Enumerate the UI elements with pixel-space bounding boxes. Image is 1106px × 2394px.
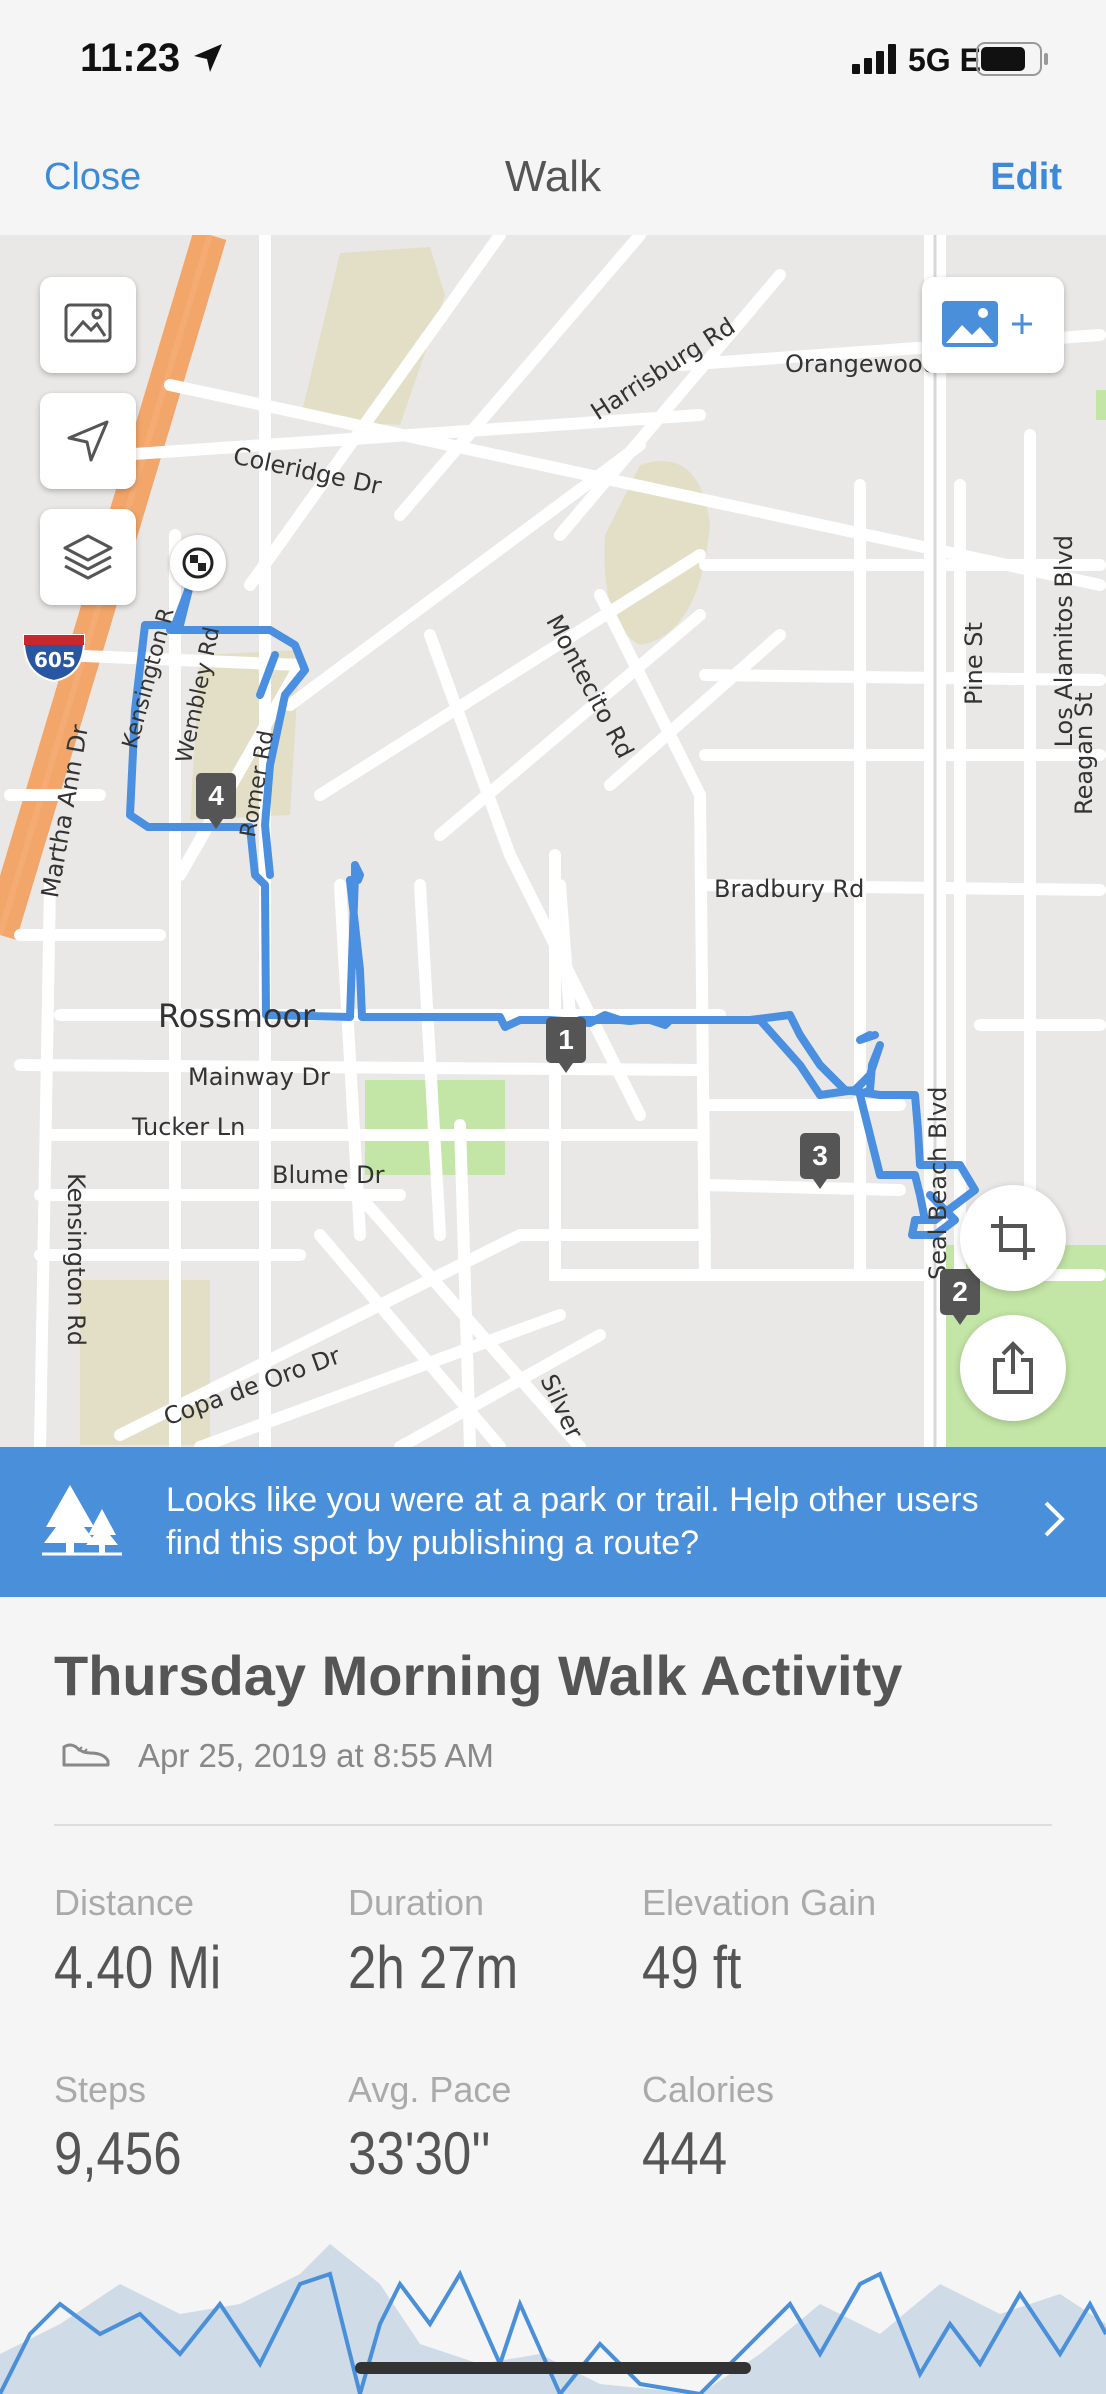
activity-date: Apr 25, 2019 at 8:55 AM	[138, 1737, 494, 1774]
activity-title: Thursday Morning Walk Activity	[54, 1644, 903, 1707]
navigation-bar: Close Walk Edit	[0, 120, 1106, 235]
page-title: Walk	[504, 152, 602, 201]
crop-icon	[991, 1216, 1035, 1260]
route-map[interactable]: Harrisburg Rd Orangewood Coleridge Dr Lo…	[0, 235, 1106, 1447]
chevron-right-icon	[1044, 1501, 1065, 1537]
street-label: Kensington Rd	[62, 1173, 90, 1346]
locate-button[interactable]	[40, 393, 136, 489]
street-label: Pine St	[960, 622, 988, 705]
street-label: Bradbury Rd	[714, 875, 865, 903]
shoe-icon	[62, 1743, 110, 1767]
start-flag-icon	[170, 535, 226, 591]
stat-value-calories: 444	[642, 2120, 728, 2187]
network-type: 5G E	[908, 42, 981, 78]
map-layers-button[interactable]	[40, 509, 136, 605]
mile-marker[interactable]: 3	[800, 1133, 840, 1189]
street-label: Orangewood	[785, 350, 938, 378]
crop-button[interactable]	[960, 1185, 1066, 1291]
stat-label-elevation: Elevation Gain	[642, 1882, 877, 1923]
navigation-arrow-icon	[67, 420, 109, 462]
stat-label-duration: Duration	[348, 1882, 485, 1923]
status-bar: 11:23 5G E	[0, 0, 1106, 120]
stat-value-steps: 9,456	[54, 2120, 182, 2187]
trees-icon	[42, 1485, 122, 1556]
map-photos-button[interactable]	[40, 277, 136, 373]
stat-value-distance: 4.40 Mi	[54, 1934, 222, 2001]
street-label: Seal Beach Blvd	[924, 1086, 952, 1280]
home-indicator	[355, 2362, 751, 2374]
mile-marker[interactable]: 4	[196, 773, 236, 829]
street-label: Tucker Ln	[132, 1113, 246, 1141]
stat-label-steps: Steps	[54, 2069, 147, 2110]
stat-value-pace: 33'30''	[348, 2120, 491, 2187]
mile-marker[interactable]: 1	[546, 1017, 586, 1073]
publish-route-banner[interactable]: Looks like you were at a park or trail. …	[0, 1447, 1106, 1597]
share-button[interactable]	[960, 1315, 1066, 1421]
location-arrow-icon	[194, 44, 222, 72]
mile-marker[interactable]: 2	[940, 1269, 980, 1325]
street-label: Mainway Dr	[188, 1063, 330, 1091]
share-icon	[993, 1341, 1033, 1394]
street-label: Reagan St	[1070, 692, 1098, 816]
stat-value-elevation: 49 ft	[642, 1934, 742, 2001]
edit-button[interactable]: Edit	[990, 156, 1062, 199]
divider	[54, 1824, 1052, 1826]
add-photo-button[interactable]	[922, 277, 1064, 373]
cellular-signal-icon	[852, 44, 896, 74]
image-icon	[64, 303, 112, 343]
status-time: 11:23	[80, 36, 181, 80]
add-image-icon	[942, 301, 1032, 347]
street-label: Blume Dr	[272, 1161, 385, 1189]
stat-label-pace: Avg. Pace	[348, 2069, 512, 2110]
area-label: Rossmoor	[158, 997, 316, 1035]
stat-label-calories: Calories	[642, 2069, 775, 2110]
battery-icon	[976, 42, 1048, 76]
banner-message: Looks like you were at a park or trail. …	[166, 1481, 979, 1562]
interstate-label: 605	[34, 648, 76, 672]
stat-value-duration: 2h 27m	[348, 1934, 519, 2001]
stat-label-distance: Distance	[54, 1882, 195, 1923]
layers-icon	[63, 534, 113, 580]
